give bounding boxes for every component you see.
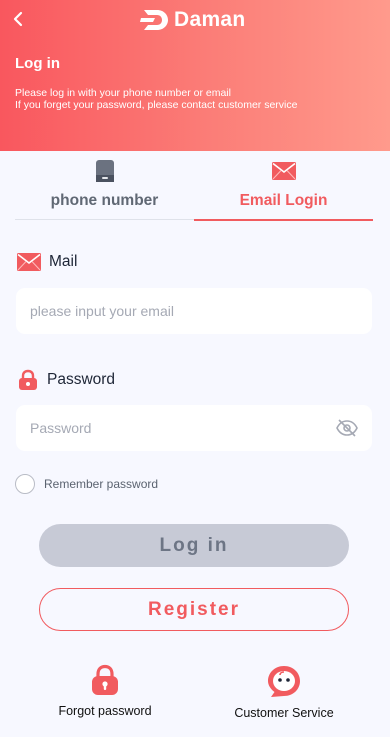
mail-icon <box>17 253 41 271</box>
lock-icon <box>92 664 118 695</box>
email-field[interactable] <box>16 303 372 319</box>
password-label-row: Password <box>17 369 115 391</box>
brand-logo: Daman <box>140 8 246 32</box>
password-field-box <box>16 405 372 451</box>
login-tabs: phone number Email Login <box>15 151 373 221</box>
eye-off-icon[interactable] <box>336 418 358 438</box>
brand-name: Daman <box>174 8 246 31</box>
remember-password-row[interactable]: Remember password <box>15 474 158 494</box>
forgot-password-link[interactable]: Forgot password <box>56 664 154 718</box>
mail-icon <box>271 162 296 180</box>
daman-logo-icon <box>140 10 168 30</box>
page-title: Log in <box>15 55 60 72</box>
tab-email-label: Email Login <box>239 192 328 209</box>
mail-field-box <box>16 288 372 334</box>
mail-label: Mail <box>49 253 78 270</box>
remember-password-checkbox[interactable] <box>15 474 35 494</box>
tab-phone-number[interactable]: phone number <box>15 151 194 220</box>
lock-icon <box>19 369 37 390</box>
password-field[interactable] <box>16 420 372 436</box>
header: Daman Log in Please log in with your pho… <box>0 0 390 151</box>
forgot-password-label: Forgot password <box>58 704 152 718</box>
password-label: Password <box>47 371 116 388</box>
customer-service-label: Customer Service <box>234 706 334 720</box>
phone-icon <box>95 160 114 182</box>
back-button[interactable] <box>6 6 32 32</box>
page-description: Please log in with your phone number or … <box>15 87 297 111</box>
remember-password-label: Remember password <box>44 477 159 491</box>
tab-email-login[interactable]: Email Login <box>194 151 373 221</box>
customer-service-icon <box>268 666 300 697</box>
login-button[interactable]: Log in <box>39 524 349 567</box>
description-line-1: Please log in with your phone number or … <box>15 87 231 99</box>
description-line-2: If you forget your password, please cont… <box>15 99 298 111</box>
customer-service-link[interactable]: Customer Service <box>232 664 336 720</box>
tab-phone-label: phone number <box>50 192 159 209</box>
register-button[interactable]: Register <box>39 588 349 631</box>
mail-label-row: Mail <box>17 253 77 271</box>
chevron-left-icon <box>13 11 23 27</box>
